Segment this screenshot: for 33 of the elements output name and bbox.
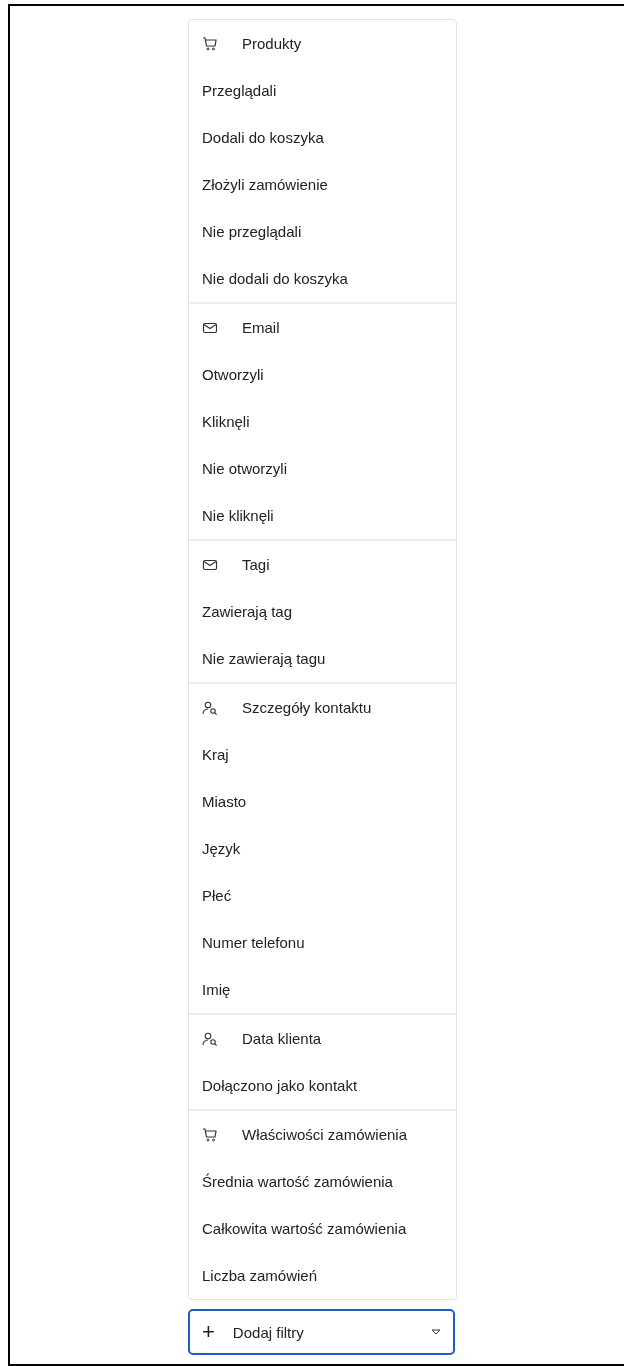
person-search-icon [202, 699, 218, 716]
section-heading: Data klienta [242, 1030, 322, 1047]
menu-item[interactable]: Nie przeglądali [189, 208, 315, 255]
menu-item[interactable]: Język [189, 825, 254, 872]
menu-item[interactable]: Płeć [189, 872, 245, 919]
menu-item[interactable]: Dołączono jako kontakt [189, 1062, 371, 1109]
section-heading: Produkty [242, 35, 302, 52]
menu-item[interactable]: Liczba zamówień [189, 1252, 331, 1299]
menu-item[interactable]: Zawierają tag [189, 588, 306, 635]
add-filters-button[interactable]: + Dodaj filtry [188, 1309, 455, 1355]
menu-item[interactable]: Nie otworzyli [189, 445, 301, 492]
person-search-icon [202, 1030, 218, 1047]
menu-item[interactable]: Całkowita wartość zamówienia [189, 1205, 420, 1252]
caret-icon [431, 1329, 441, 1335]
menu-item[interactable]: Kliknęli [189, 398, 263, 445]
menu-item[interactable]: Nie dodali do koszyka [189, 255, 361, 302]
cart-icon [202, 35, 218, 52]
menu-item[interactable]: Złożyli zamówienie [189, 161, 341, 208]
menu-item[interactable]: Nie kliknęli [189, 492, 287, 539]
menu-item[interactable]: Średnia wartość zamówienia [189, 1158, 406, 1205]
cart-icon [202, 1126, 218, 1143]
menu-item[interactable]: Imię [189, 966, 244, 1013]
section-heading: Tagi [242, 556, 270, 573]
menu-item[interactable]: Nie zawierają tagu [189, 635, 339, 682]
menu-item[interactable]: Dodali do koszyka [189, 114, 337, 161]
menu-item[interactable]: Miasto [189, 778, 260, 825]
menu-item[interactable]: Numer telefonu [189, 919, 318, 966]
menu-item[interactable]: Kraj [189, 731, 242, 778]
menu-item[interactable]: Otworzyli [189, 351, 277, 398]
section-heading: Szczegóły kontaktu [242, 699, 372, 716]
section-heading: Właściwości zamówienia [242, 1126, 408, 1143]
section-heading: Email [242, 319, 280, 336]
menu-item[interactable]: Przeglądali [189, 67, 290, 114]
